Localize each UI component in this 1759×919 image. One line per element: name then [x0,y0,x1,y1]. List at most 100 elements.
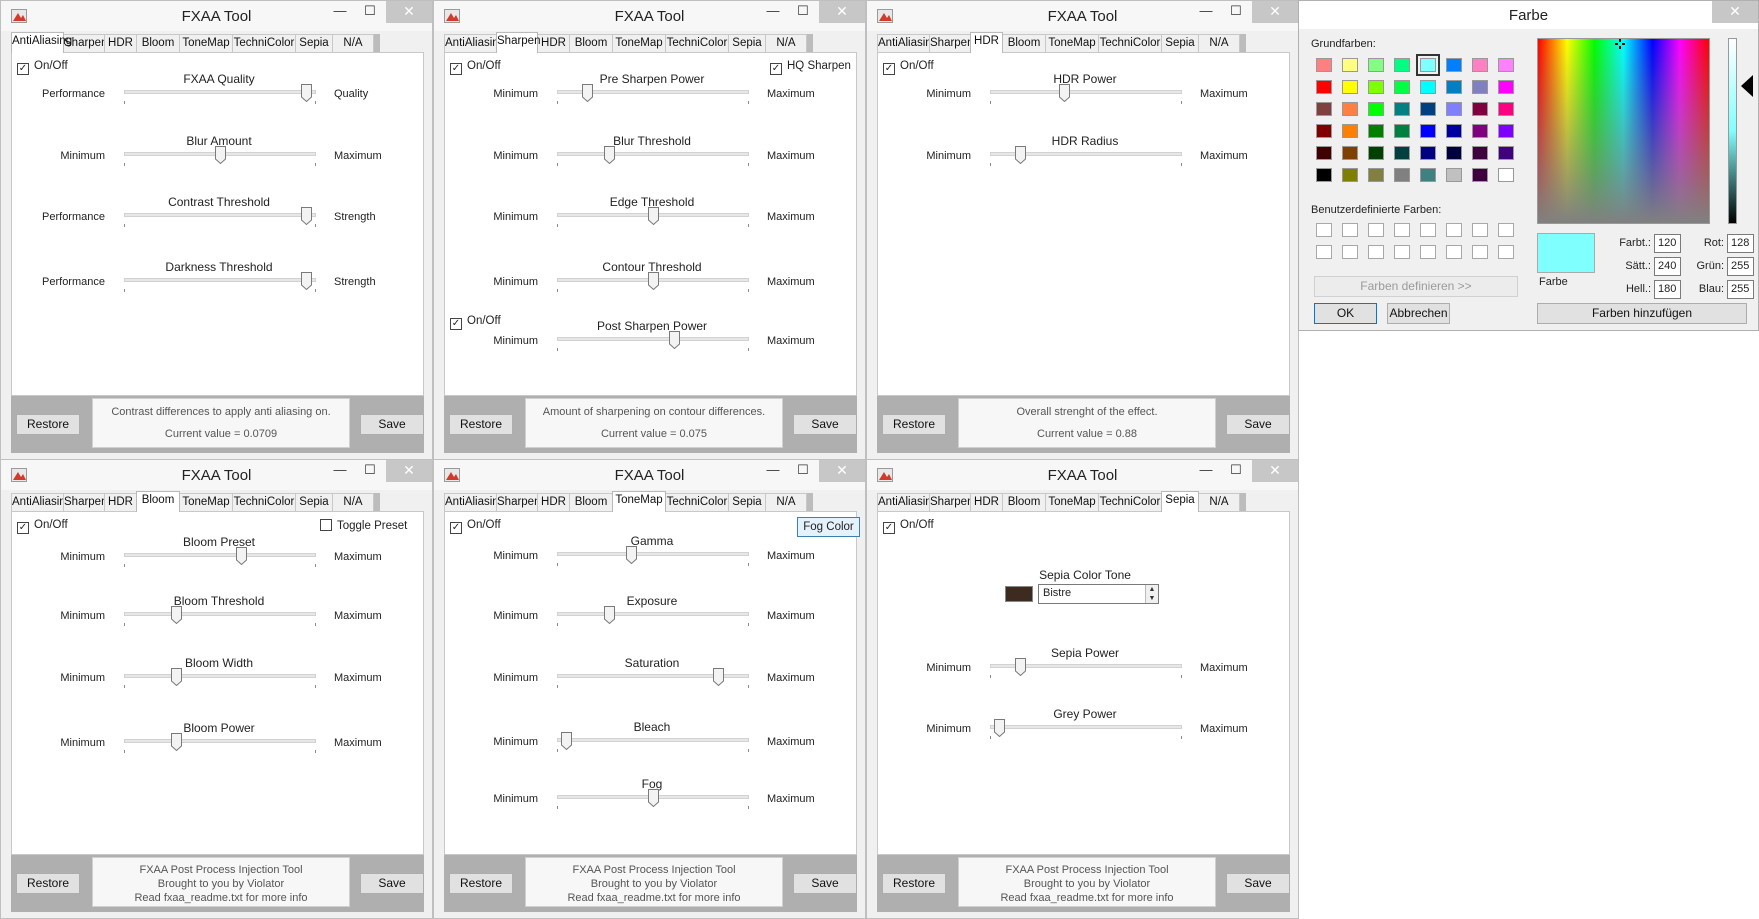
custom-color-swatch[interactable] [1342,245,1358,259]
tab-antialiasing[interactable]: AntiAliasing [444,34,505,52]
close-icon[interactable]: ✕ [819,460,865,482]
green-input[interactable]: 255 [1727,257,1754,276]
custom-color-swatch[interactable] [1472,223,1488,237]
basic-color-swatch[interactable] [1394,102,1410,116]
basic-color-swatch[interactable] [1446,80,1462,94]
slider-track[interactable] [124,612,316,616]
basic-color-swatch[interactable] [1472,168,1488,182]
tab-antialiasing[interactable]: AntiAliasing [11,32,72,53]
minimize-icon[interactable]: — [758,1,788,23]
save-button[interactable]: Save [360,873,424,894]
onoff-checkbox[interactable]: ✓ On/Off [883,519,934,534]
window-titlebar[interactable]: FXAA Tool — ☐ ✕ [867,1,1298,31]
slider-thumb[interactable] [171,668,183,687]
red-input[interactable]: 128 [1727,234,1754,253]
close-icon[interactable]: ✕ [1252,460,1298,482]
basic-color-swatch[interactable] [1446,146,1462,160]
minimize-icon[interactable]: — [758,460,788,482]
custom-color-swatch[interactable] [1316,223,1332,237]
restore-button[interactable]: Restore [449,873,513,894]
tab-sharpen[interactable]: Sharpen [496,493,540,511]
slider-track[interactable] [557,552,749,556]
spinner-arrows-icon[interactable]: ▲ ▼ [1145,585,1158,603]
tab-na[interactable]: N/A [765,493,807,511]
tab-bloom[interactable]: Bloom [569,34,613,52]
slider-track[interactable] [124,213,316,217]
basic-color-swatch[interactable] [1446,168,1462,182]
slider-thumb[interactable] [604,606,616,625]
fog-color-button[interactable]: Fog Color [797,517,860,537]
tab-bloom[interactable]: Bloom [136,34,180,52]
custom-color-swatch[interactable] [1446,245,1462,259]
custom-color-swatch[interactable] [1316,245,1332,259]
tab-sepia[interactable]: Sepia [1161,491,1199,512]
tab-technicolor[interactable]: TechniColor [665,493,729,511]
tab-sepia[interactable]: Sepia [295,493,333,511]
tab-bloom[interactable]: Bloom [1002,34,1046,52]
basic-color-swatch[interactable] [1498,80,1514,94]
slider-thumb[interactable] [604,146,616,165]
maximize-icon[interactable]: ☐ [788,460,818,482]
basic-color-swatch[interactable] [1446,102,1462,116]
slider-thumb[interactable] [171,733,183,752]
basic-color-swatch[interactable] [1416,54,1440,76]
tab-sepia[interactable]: Sepia [728,34,766,52]
slider-track[interactable] [124,674,316,678]
basic-color-swatch[interactable] [1342,168,1358,182]
post-sharpen-onoff-checkbox[interactable]: ✓ On/Off [450,315,501,330]
color-dialog-titlebar[interactable]: Farbe ✕ [1299,1,1758,29]
restore-button[interactable]: Restore [882,873,946,894]
slider-thumb[interactable] [301,207,313,226]
tab-technicolor[interactable]: TechniColor [232,493,296,511]
luminance-bar[interactable] [1728,38,1737,224]
tab-sharpen[interactable]: Sharpen [63,493,107,511]
basic-color-swatch[interactable] [1394,58,1410,72]
save-button[interactable]: Save [793,873,857,894]
custom-color-swatch[interactable] [1446,223,1462,237]
basic-color-swatch[interactable] [1342,146,1358,160]
basic-color-swatch[interactable] [1394,124,1410,138]
save-button[interactable]: Save [1226,414,1290,435]
basic-color-swatch[interactable] [1368,102,1384,116]
maximize-icon[interactable]: ☐ [355,460,385,482]
custom-color-swatch[interactable] [1394,245,1410,259]
basic-color-swatch[interactable] [1316,124,1332,138]
saturation-input[interactable]: 240 [1654,257,1681,276]
tab-na[interactable]: N/A [332,493,374,511]
onoff-checkbox[interactable]: ✓ On/Off [450,60,501,75]
custom-color-swatch[interactable] [1368,245,1384,259]
window-titlebar[interactable]: FXAA Tool — ☐ ✕ [867,460,1298,490]
tab-hdr[interactable]: HDR [970,493,1003,511]
slider-track[interactable] [124,553,316,557]
basic-color-swatch[interactable] [1420,102,1436,116]
basic-color-swatch[interactable] [1498,58,1514,72]
tab-antialiasing[interactable]: AntiAliasing [444,493,505,511]
tab-hdr[interactable]: HDR [970,32,1003,53]
toggle-preset-checkbox[interactable]: Toggle Preset [320,519,407,532]
basic-color-swatch[interactable] [1316,168,1332,182]
slider-thumb[interactable] [669,331,681,350]
tab-hdr[interactable]: HDR [104,493,137,511]
custom-color-swatch[interactable] [1472,245,1488,259]
basic-color-swatch[interactable] [1498,102,1514,116]
close-icon[interactable]: ✕ [819,1,865,23]
basic-color-swatch[interactable] [1342,102,1358,116]
onoff-checkbox[interactable]: ✓ On/Off [450,519,501,534]
window-titlebar[interactable]: FXAA Tool — ☐ ✕ [434,1,865,31]
sepia-color-tone-spinner[interactable]: Bistre ▲ ▼ [1038,584,1159,604]
basic-color-swatch[interactable] [1316,102,1332,116]
slider-thumb[interactable] [647,272,659,291]
basic-color-swatch[interactable] [1472,80,1488,94]
basic-color-swatch[interactable] [1368,58,1384,72]
custom-color-swatch[interactable] [1342,223,1358,237]
slider-thumb[interactable] [712,668,724,687]
basic-color-swatch[interactable] [1498,124,1514,138]
onoff-checkbox[interactable]: ✓ On/Off [17,60,68,75]
tab-sharpen[interactable]: Sharpen [929,493,973,511]
tab-hdr[interactable]: HDR [537,493,570,511]
basic-color-swatch[interactable] [1498,146,1514,160]
tab-antialiasing[interactable]: AntiAliasing [877,493,938,511]
basic-color-swatch[interactable] [1342,58,1358,72]
tab-tonemap[interactable]: ToneMap [612,491,666,512]
slider-track[interactable] [990,90,1182,94]
